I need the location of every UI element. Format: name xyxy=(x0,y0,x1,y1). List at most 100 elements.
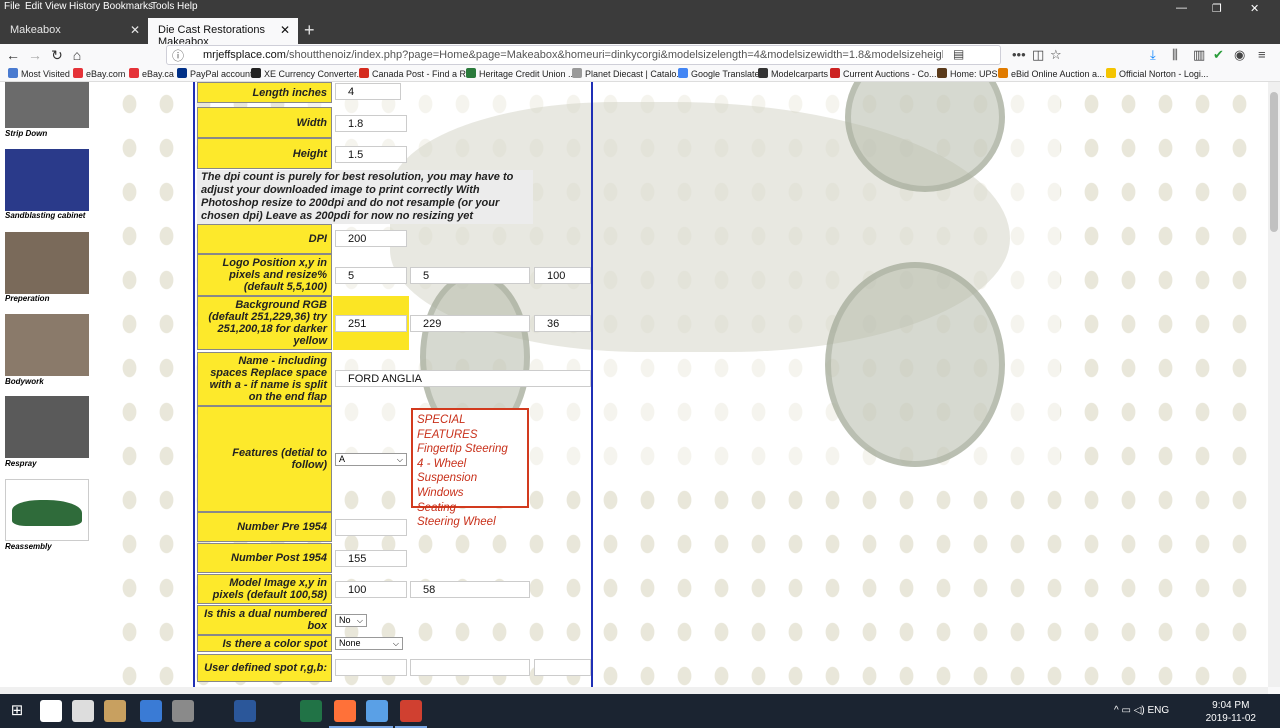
background-r-input[interactable]: 251 xyxy=(335,315,407,332)
user-spot-g-input[interactable] xyxy=(410,659,530,676)
reload-icon[interactable]: ↻ xyxy=(48,46,66,64)
page-actions-icon[interactable]: ••• xyxy=(1012,47,1026,62)
tray-icons[interactable]: ^ ▭ ◁) ENG xyxy=(1114,705,1169,716)
thumbnail-respray[interactable] xyxy=(5,396,89,458)
url-path: /shoutthenoiz/index.php?page=Home&page=M… xyxy=(285,49,943,61)
length-input[interactable]: 4 xyxy=(335,83,401,100)
extension-icon[interactable]: ✔ xyxy=(1213,47,1224,63)
dpi-input[interactable]: 200 xyxy=(335,230,407,247)
firefox-icon[interactable] xyxy=(329,700,361,728)
hamburger-menu-icon[interactable]: ≡ xyxy=(1258,47,1266,62)
color-spot-select[interactable]: None ⌵ xyxy=(335,637,403,650)
clock[interactable]: 9:04 PM 2019-11-02 xyxy=(1206,699,1256,725)
chevron-down-icon: ⌵ xyxy=(356,616,363,625)
number-pre-input[interactable] xyxy=(335,519,407,536)
word-icon[interactable] xyxy=(234,700,256,722)
bookmark-item[interactable]: eBay.ca xyxy=(129,68,174,79)
library-icon[interactable]: ⫼ xyxy=(1172,47,1178,63)
pocket-icon[interactable]: ◫ xyxy=(1032,47,1044,63)
excel-icon[interactable] xyxy=(300,700,322,722)
logo-y-input[interactable]: 5 xyxy=(410,267,530,284)
bookmark-item[interactable]: XE Currency Converter... xyxy=(251,68,364,79)
menu-file[interactable]: File xyxy=(4,1,20,12)
bookmark-favicon-icon xyxy=(937,68,947,78)
new-tab-button[interactable]: + xyxy=(304,20,315,41)
forward-arrow-icon[interactable]: → xyxy=(26,46,44,64)
menu-history[interactable]: History xyxy=(69,1,100,12)
menu-edit[interactable]: Edit xyxy=(25,1,42,12)
thumbnail-label[interactable]: Bodywork xyxy=(5,377,44,386)
bookmark-item[interactable]: Canada Post - Find a R... xyxy=(359,68,474,79)
start-button[interactable]: ⊞ xyxy=(0,694,34,728)
menu-help[interactable]: Help xyxy=(177,1,198,12)
thumbnail-strip-down[interactable] xyxy=(5,82,89,128)
close-icon[interactable]: ✕ xyxy=(280,23,290,37)
menu-bookmarks[interactable]: Bookmarks xyxy=(103,1,153,12)
app-icon-3[interactable] xyxy=(172,700,194,722)
bookmark-item[interactable]: Official Norton - Logi... xyxy=(1106,68,1208,79)
bookmark-label: XE Currency Converter... xyxy=(264,69,365,79)
download-icon[interactable]: ⤓ xyxy=(1150,47,1156,63)
app-icon-4[interactable] xyxy=(361,700,393,728)
bookmark-item[interactable]: Planet Diecast | Catalo... xyxy=(572,68,684,79)
height-input[interactable]: 1.5 xyxy=(335,146,407,163)
site-info-icon[interactable]: ⓘ xyxy=(172,47,184,64)
tab-die-cast-restorations[interactable]: Die Cast Restorations Makeabox ✕ xyxy=(148,18,298,48)
bookmark-item[interactable]: eBid Online Auction a... xyxy=(998,68,1105,79)
back-arrow-icon[interactable]: ← xyxy=(4,46,22,64)
user-spot-b-input[interactable] xyxy=(534,659,591,676)
dual-numbered-label: Is this a dual numbered box xyxy=(197,605,332,635)
special-features-preview: SPECIAL FEATURES Fingertip Steering 4 - … xyxy=(411,408,529,528)
bookmark-item[interactable]: PayPal account xyxy=(177,68,253,79)
app-icon-5[interactable] xyxy=(395,700,427,728)
bookmark-item[interactable]: Google Translate xyxy=(678,68,760,79)
bookmark-item[interactable]: Current Auctions - Co... xyxy=(830,68,937,79)
thumbnail-label[interactable]: Preperation xyxy=(5,294,49,303)
tab-makeabox[interactable]: Makeabox ✕ xyxy=(0,18,148,44)
thumbnail-label[interactable]: Strip Down xyxy=(5,129,47,138)
dual-numbered-select[interactable]: No ⌵ xyxy=(335,614,367,627)
url-bar[interactable]: ⓘ mrjeffsplace.com/shoutthenoiz/index.ph… xyxy=(166,45,1001,65)
search-icon[interactable] xyxy=(40,700,62,722)
reader-view-icon[interactable]: ▤ xyxy=(953,47,964,61)
bookmark-item[interactable]: eBay.com xyxy=(73,68,125,79)
logo-x-input[interactable]: 5 xyxy=(335,267,407,284)
thumbnail-preperation[interactable] xyxy=(5,232,89,294)
bookmark-item[interactable]: Home: UPS xyxy=(937,68,998,79)
app-icon-2[interactable] xyxy=(140,700,162,722)
thumbnail-label[interactable]: Sandblasting cabinet xyxy=(5,211,85,220)
thumbnail-label[interactable]: Respray xyxy=(5,459,37,468)
user-spot-r-input[interactable] xyxy=(335,659,407,676)
bookmark-item[interactable]: Modelcarparts xyxy=(758,68,828,79)
thumbnail-reassembly[interactable] xyxy=(5,479,89,541)
url-text[interactable]: mrjeffsplace.com/shoutthenoiz/index.php?… xyxy=(203,49,943,61)
features-select[interactable]: A ⌵ xyxy=(335,453,407,466)
model-image-y-input[interactable]: 58 xyxy=(410,581,530,598)
close-icon[interactable]: ✕ xyxy=(130,23,140,37)
bookmark-star-icon[interactable]: ☆ xyxy=(1050,47,1062,63)
home-icon[interactable]: ⌂ xyxy=(68,46,86,64)
bookmark-item[interactable]: Heritage Credit Union ... xyxy=(466,68,576,79)
sidebar-toggle-icon[interactable]: ▥ xyxy=(1193,47,1205,63)
thumbnail-bodywork[interactable] xyxy=(5,314,89,376)
name-input[interactable]: FORD ANGLIA xyxy=(335,370,591,387)
task-view-icon[interactable] xyxy=(72,700,94,722)
menu-tools[interactable]: Tools xyxy=(151,1,174,12)
background-b-input[interactable]: 36 xyxy=(534,315,591,332)
horizontal-scrollbar[interactable] xyxy=(0,687,1268,694)
scrollbar-thumb[interactable] xyxy=(1270,92,1278,232)
thumbnail-label[interactable]: Reassembly xyxy=(5,542,52,551)
background-g-input[interactable]: 229 xyxy=(410,315,530,332)
menu-view[interactable]: View xyxy=(45,1,67,12)
bookmark-item[interactable]: Most Visited xyxy=(8,68,70,79)
logo-resize-input[interactable]: 100 xyxy=(534,267,591,284)
features-line: Steering Wheel xyxy=(417,516,496,529)
width-input[interactable]: 1.8 xyxy=(335,115,407,132)
vertical-scrollbar[interactable] xyxy=(1268,82,1280,687)
model-image-x-input[interactable]: 100 xyxy=(335,581,407,598)
minimize-button[interactable]: — xyxy=(1176,2,1187,14)
number-post-input[interactable]: 155 xyxy=(335,550,407,567)
thumbnail-sandblasting[interactable] xyxy=(5,149,89,211)
account-icon[interactable]: ◉ xyxy=(1234,47,1245,63)
app-icon-1[interactable] xyxy=(104,700,126,722)
